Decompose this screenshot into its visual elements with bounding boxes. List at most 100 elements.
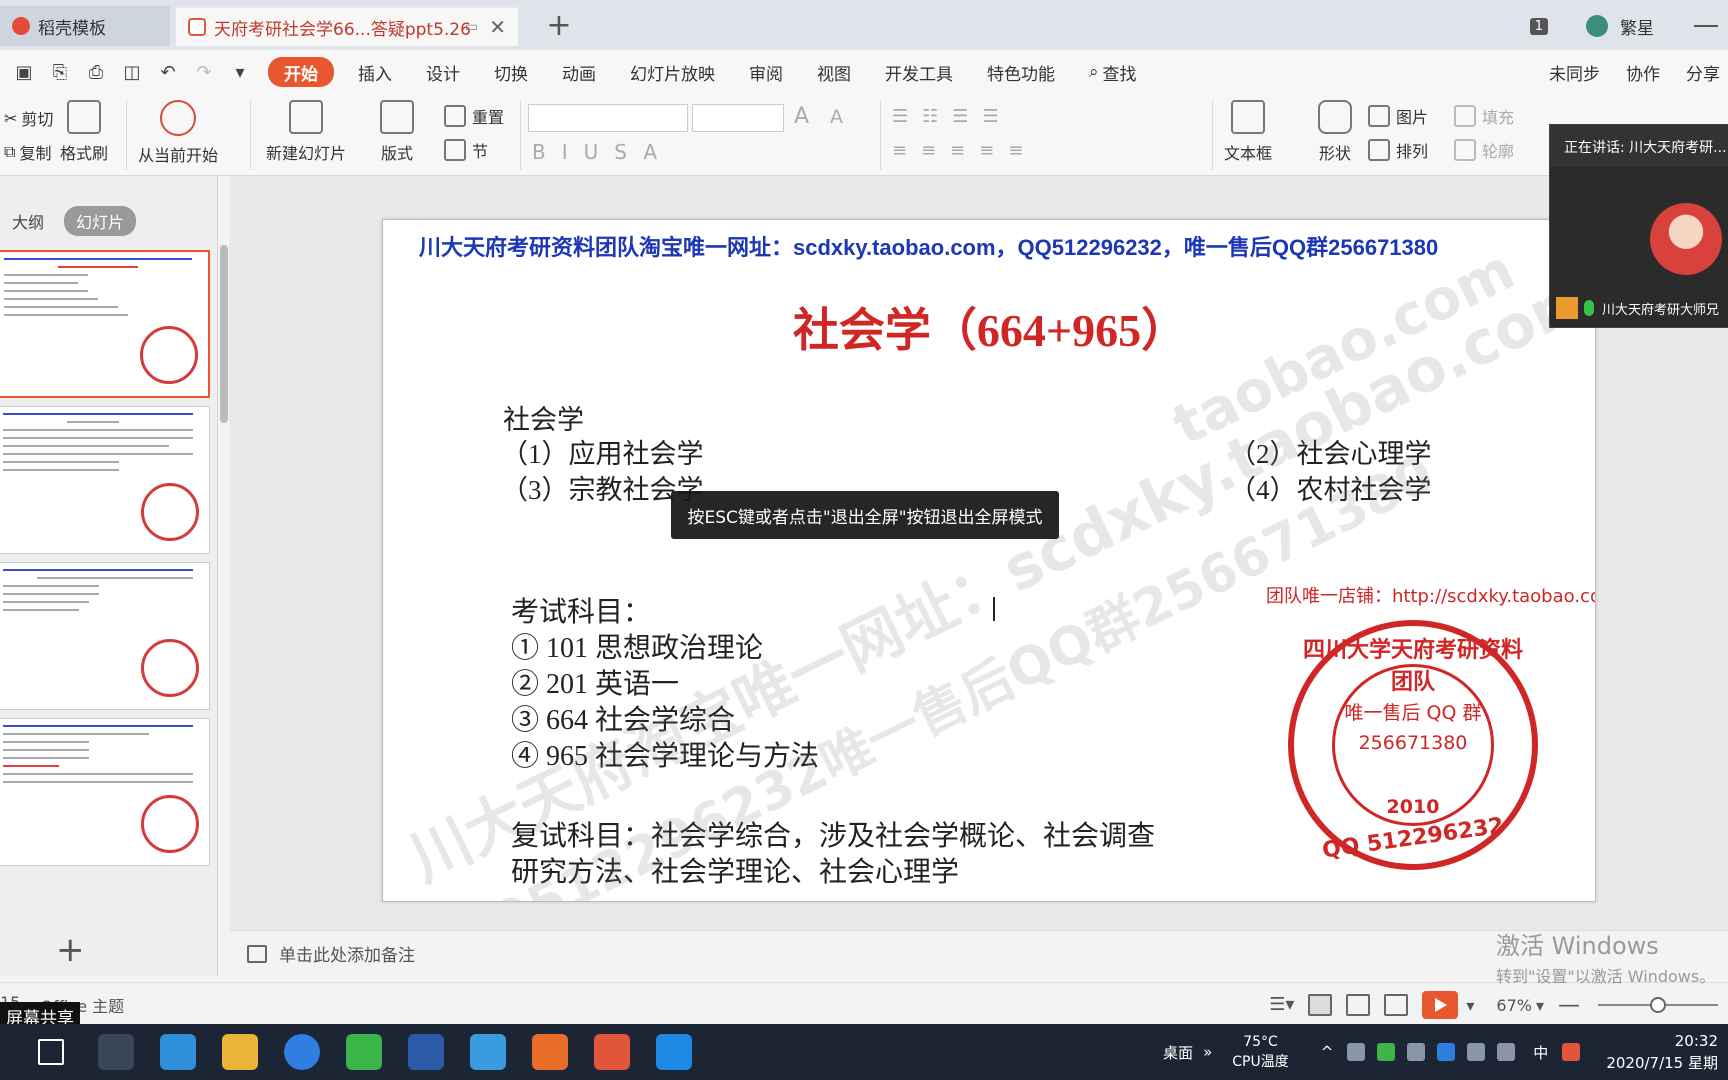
new-slide-button[interactable]: 新建幻灯片 (266, 100, 346, 164)
zoom-slider-knob[interactable] (1650, 997, 1666, 1013)
slide-thumbnail[interactable] (0, 562, 210, 710)
slide-thumbnail[interactable] (0, 250, 210, 398)
menu-search[interactable]: ⌕ 查找 (1079, 57, 1147, 87)
word-icon[interactable] (408, 1034, 444, 1070)
play-from-current-button[interactable]: 从当前开始 (138, 100, 218, 166)
section-button[interactable]: 节 (444, 138, 488, 162)
new-tab-button[interactable]: + (544, 8, 574, 43)
minimize-icon[interactable] (1694, 25, 1718, 27)
ie-browser-icon[interactable] (160, 1034, 196, 1070)
paragraph-list-icons[interactable]: ☰☷☰☰ (892, 106, 1013, 127)
print-preview-icon[interactable]: ◫ (120, 60, 144, 84)
collaborate-button[interactable]: 协作 (1626, 60, 1660, 85)
format-painter-button[interactable]: 格式刷 (60, 100, 108, 164)
menu-animations[interactable]: 动画 (552, 57, 606, 87)
menu-developer[interactable]: 开发工具 (875, 57, 963, 87)
search-icon: ⌕ (1089, 62, 1099, 82)
tray-app-icon[interactable] (1347, 1043, 1366, 1061)
layout-button[interactable]: 版式 (380, 100, 414, 164)
menu-features[interactable]: 特色功能 (977, 57, 1065, 87)
play-icon (160, 100, 196, 136)
sync-status[interactable]: 未同步 (1549, 60, 1600, 85)
menu-view[interactable]: 视图 (807, 57, 861, 87)
menu-review[interactable]: 审阅 (739, 57, 793, 87)
cut-button[interactable]: ✂ 剪切 (4, 106, 53, 130)
window-count-badge[interactable]: 1 (1529, 17, 1548, 35)
qq-app-icon[interactable] (98, 1034, 134, 1070)
font-style-buttons[interactable]: BIUSA (532, 140, 673, 164)
wps-presentation-icon[interactable] (594, 1034, 630, 1070)
zoom-dropdown-icon[interactable]: ▾ (1536, 996, 1544, 1015)
desktop-label[interactable]: 桌面 (1163, 1042, 1193, 1063)
save-icon[interactable]: ▣ (12, 60, 36, 84)
wps-tray-icon[interactable] (1562, 1043, 1581, 1061)
tab-outline[interactable]: 大纲 (0, 206, 56, 236)
font-name-combo[interactable] (528, 104, 688, 132)
menu-home[interactable]: 开始 (268, 57, 334, 87)
add-slide-button[interactable]: + (56, 930, 85, 970)
arrange-button[interactable]: 排列 (1368, 138, 1428, 162)
user-name[interactable]: 繁星 (1620, 14, 1654, 39)
normal-view-icon[interactable] (1308, 994, 1333, 1016)
volume-icon[interactable] (1497, 1043, 1516, 1061)
menu-design[interactable]: 设计 (416, 57, 470, 87)
battery-icon[interactable] (1467, 1043, 1486, 1061)
picture-button[interactable]: 图片 (1368, 104, 1428, 128)
textbox-button[interactable]: 文本框 (1224, 100, 1272, 164)
speaker-panel[interactable]: 正在讲话: 川大天府考研... 川大天府考研大师兄 (1549, 124, 1728, 328)
sogou-icon[interactable] (284, 1034, 320, 1070)
user-avatar[interactable] (1586, 15, 1608, 37)
export-icon[interactable]: ⎘ (48, 60, 72, 84)
tab-presentation[interactable]: 天府考研社会学66...答疑ppt5.26 ▭ ✕ (176, 6, 518, 46)
menu-transitions[interactable]: 切换 (484, 57, 538, 87)
wechat-tray-icon[interactable] (1377, 1043, 1396, 1061)
zoom-slider[interactable] (1598, 997, 1718, 1013)
cut-label: 剪切 (21, 110, 54, 129)
slide-thumbnail[interactable] (0, 406, 210, 554)
system-tray: 桌面 » 75°C CPU温度 ^ 中 20:32 2020/7/15 星期 (1163, 1024, 1728, 1080)
app-icon[interactable] (470, 1034, 506, 1070)
slideshow-play-button[interactable] (1422, 991, 1459, 1019)
reset-button[interactable]: 重置 (444, 104, 504, 128)
slides-scrollbar[interactable] (220, 245, 228, 423)
slide-thumbnail[interactable] (0, 718, 210, 866)
file-explorer-icon[interactable] (222, 1034, 258, 1070)
slide-sorter-icon[interactable] (1346, 994, 1371, 1016)
menu-slideshow[interactable]: 幻灯片放映 (620, 57, 725, 87)
zoom-out-icon[interactable]: — (1558, 993, 1580, 1018)
customize-icon[interactable]: ▾ (228, 60, 252, 84)
reading-view-icon[interactable] (1384, 994, 1409, 1016)
fill-button[interactable]: 填充 (1454, 104, 1514, 128)
expand-icon[interactable]: » (1203, 1043, 1212, 1061)
close-tab-icon[interactable]: ✕ (489, 15, 506, 39)
show-hidden-icons-icon[interactable]: ^ (1321, 1043, 1334, 1061)
zoom-level[interactable]: 67% (1496, 996, 1532, 1015)
shape-button[interactable]: 形状 (1318, 100, 1352, 164)
redo-icon[interactable]: ↷ (192, 60, 216, 84)
app-tray-icon[interactable] (1437, 1043, 1456, 1061)
wechat-icon[interactable] (346, 1034, 382, 1070)
notes-toggle-icon[interactable]: ☰▾ (1269, 994, 1294, 1016)
font-size-combo[interactable] (692, 104, 784, 132)
video-app-icon[interactable] (532, 1034, 568, 1070)
speaker-name: 川大天府考研大师兄 (1602, 302, 1720, 318)
share-button[interactable]: 分享 (1686, 60, 1720, 85)
increase-font-icon[interactable]: A (794, 104, 809, 129)
slideshow-dropdown-icon[interactable]: ▾ (1466, 996, 1474, 1015)
tab-docer-templates[interactable]: 稻壳模板 (0, 6, 170, 46)
copy-button[interactable]: ⧉ 复制 (4, 140, 51, 164)
network-icon[interactable] (1407, 1043, 1426, 1061)
clock[interactable]: 20:32 2020/7/15 星期 (1606, 1030, 1718, 1074)
task-view-icon[interactable] (38, 1039, 64, 1065)
undo-icon[interactable]: ↶ (156, 60, 180, 84)
print-icon[interactable]: ⎙ (84, 60, 108, 84)
slide-canvas[interactable]: 川大天府考研资料团队淘宝唯一网址：scdxky.taobao.com，QQ512… (382, 219, 1596, 902)
menu-insert[interactable]: 插入 (348, 57, 402, 87)
tab-slides[interactable]: 幻灯片 (64, 206, 137, 236)
ime-indicator[interactable]: 中 (1533, 1042, 1548, 1063)
meeting-app-icon[interactable] (656, 1034, 692, 1070)
decrease-font-icon[interactable]: A (830, 106, 843, 128)
stamp-image[interactable]: 团队唯一店铺：http://scdxky.taobao.com 四川大学天府考研… (1266, 578, 1595, 878)
paragraph-align-icons[interactable]: ≡≡≡≡≡ (892, 140, 1037, 161)
outline-button[interactable]: 轮廓 (1454, 138, 1514, 162)
